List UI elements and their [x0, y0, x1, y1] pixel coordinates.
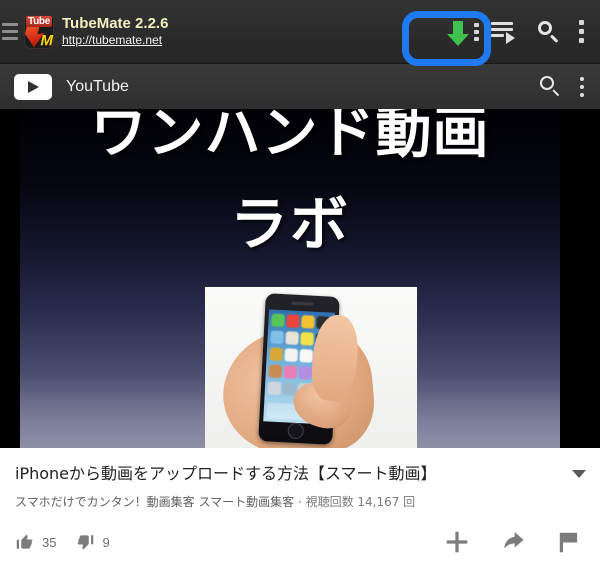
iphone-speaker [291, 301, 314, 306]
thumbs-up-icon [16, 534, 33, 549]
hamburger-line [2, 37, 18, 40]
flag-glyph [559, 532, 578, 553]
video-frame[interactable]: ワンハンド動画 ラボ [20, 109, 560, 448]
overflow-menu-icon[interactable] [580, 76, 584, 97]
dislike-count: 9 [102, 534, 110, 550]
video-player[interactable]: ワンハンド動画 ラボ [0, 109, 600, 448]
youtube-play-triangle [28, 80, 39, 93]
like-count: 35 [42, 534, 57, 550]
youtube-label: YouTube [66, 77, 129, 95]
search-icon[interactable] [535, 18, 563, 46]
youtube-play-logo-icon [14, 73, 52, 100]
tubemate-browser-screen: Tube M TubeMate 2.2.6 http://tubemate.ne… [0, 0, 600, 566]
tubemate-logo-icon: Tube M [24, 14, 54, 49]
app-icon [271, 313, 285, 328]
search-ring [540, 75, 554, 90]
app-title: TubeMate 2.2.6 [62, 15, 169, 32]
share-arrow-icon[interactable] [500, 529, 526, 555]
video-subtitle: スマホだけでカンタン！動画集客 スマート動画集客 · 視聴回数 14,167 回 [15, 494, 575, 510]
app-icon [299, 349, 314, 363]
add-to-playlist-icon[interactable] [444, 529, 470, 555]
dot [579, 20, 584, 25]
plus-glyph [446, 531, 468, 553]
video-overlay-line1: ワンハンド動画 [90, 109, 490, 166]
thumbs-down-icon [77, 535, 94, 550]
video-info-panel: iPhoneから動画をアップロードする方法【スマート動画】 スマホだけでカンタン… [0, 448, 600, 566]
dot [474, 29, 479, 34]
app-icon [301, 315, 315, 329]
app-icon [267, 381, 282, 396]
dot [580, 92, 584, 97]
app-icon [286, 314, 300, 328]
search-icon[interactable] [538, 74, 564, 100]
share-glyph [504, 532, 524, 548]
like-button[interactable]: 35 [16, 533, 56, 551]
download-options-dots-icon[interactable] [474, 22, 479, 41]
dislike-button[interactable]: 9 [76, 533, 110, 551]
app-icon [298, 366, 313, 380]
dot [579, 38, 584, 43]
download-arrow-head [447, 33, 469, 46]
video-action-row: 35 9 [0, 522, 600, 562]
app-icon [269, 347, 284, 362]
download-arrow-icon[interactable] [443, 15, 473, 49]
playlist-play-icon[interactable] [491, 19, 517, 45]
app-icon [283, 365, 298, 379]
video-overlay-line2: ラボ [229, 190, 350, 258]
tubemate-actions [441, 0, 600, 63]
overflow-menu-icon[interactable] [579, 20, 584, 43]
separator: · [294, 495, 306, 509]
hand-holding-iphone-photo [205, 287, 417, 448]
tubemate-top-bar: Tube M TubeMate 2.2.6 http://tubemate.ne… [0, 0, 600, 64]
hamburger-line [2, 30, 18, 33]
report-flag-icon[interactable] [556, 529, 582, 555]
app-icon [270, 330, 284, 345]
dot [580, 76, 584, 81]
rating-group: 35 9 [16, 533, 130, 551]
app-icon [300, 332, 314, 346]
search-handle [549, 33, 559, 43]
app-icon [284, 348, 299, 362]
dot [474, 36, 479, 41]
app-icon [285, 331, 299, 345]
channel-name: スマホだけでカンタン！動画集客 スマート動画集客 [15, 495, 295, 509]
expand-description-caret-icon[interactable] [572, 470, 586, 478]
playlist-line [491, 33, 504, 37]
hamburger-icon[interactable] [2, 23, 20, 40]
tubemate-logo-m-letter: M [40, 31, 54, 49]
iphone-home-button [287, 422, 305, 440]
playlist-play-triangle [506, 31, 515, 44]
view-count: 視聴回数 14,167 回 [305, 495, 416, 509]
app-url-link[interactable]: http://tubemate.net [62, 33, 441, 48]
tubemate-title-block: TubeMate 2.2.6 http://tubemate.net [62, 15, 441, 48]
dot [579, 29, 584, 34]
video-title: iPhoneから動画をアップロードする方法【スマート動画】 [15, 464, 437, 483]
download-button-group[interactable] [441, 12, 483, 52]
hamburger-line [2, 23, 18, 26]
playlist-line [491, 21, 513, 25]
search-handle [552, 88, 560, 96]
dot [474, 22, 479, 27]
app-icon [268, 364, 283, 379]
dot [580, 84, 584, 89]
search-ring [538, 20, 552, 35]
youtube-header-bar: YouTube [0, 64, 600, 109]
tubemate-logo-tube-word: Tube [26, 15, 52, 27]
playlist-line [491, 27, 513, 31]
